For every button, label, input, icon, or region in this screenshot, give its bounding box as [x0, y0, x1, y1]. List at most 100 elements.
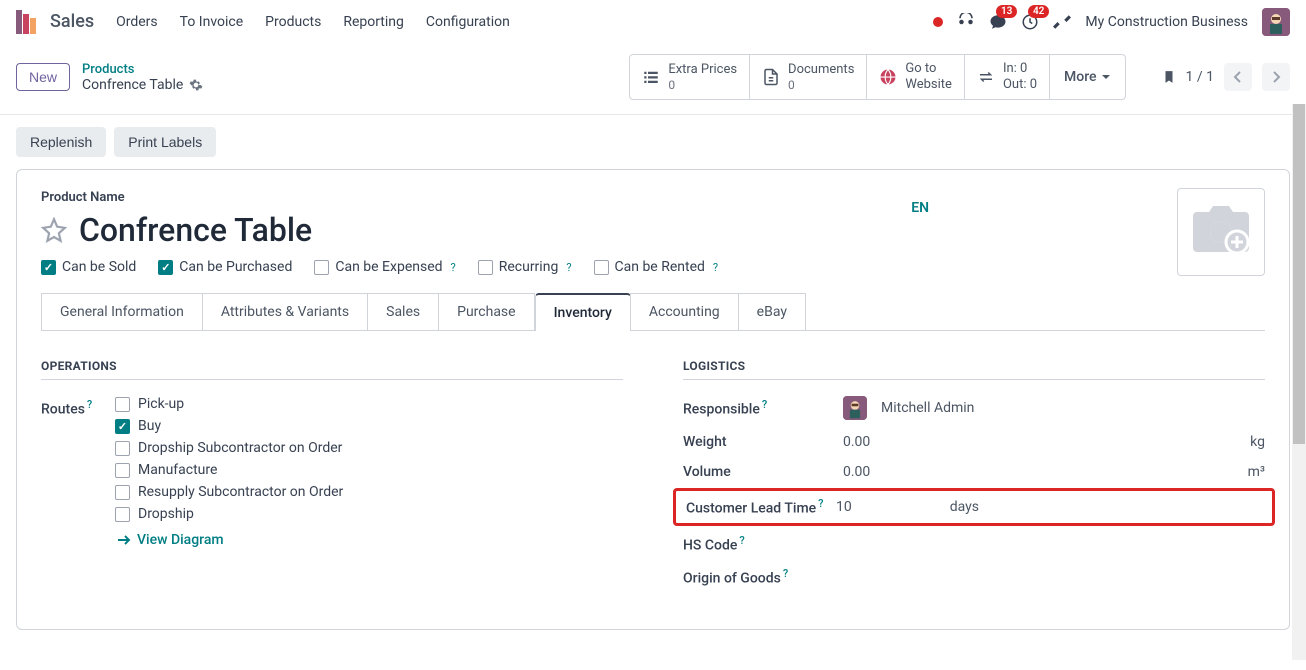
- can-be-expensed-checkbox[interactable]: Can be Expensed ?: [314, 259, 455, 275]
- activities-icon[interactable]: 42: [1021, 13, 1039, 31]
- view-diagram-link[interactable]: View Diagram: [117, 532, 343, 548]
- form-sheet: EN Product Name Confrence Table: [16, 169, 1290, 630]
- help-icon[interactable]: ?: [713, 261, 718, 274]
- new-button[interactable]: New: [16, 63, 70, 91]
- transfers-button[interactable]: In: 0 Out: 0: [965, 54, 1050, 100]
- chevron-left-icon: [1233, 71, 1243, 83]
- routes-list: Pick-up Buy Dropship Subcontractor on Or…: [115, 396, 343, 548]
- help-icon[interactable]: ?: [818, 497, 823, 510]
- menu-to-invoice[interactable]: To Invoice: [180, 14, 244, 30]
- can-be-purchased-checkbox[interactable]: Can be Purchased: [158, 259, 292, 275]
- stat-buttons: Extra Prices 0 Documents 0 Go to Website…: [629, 54, 1125, 100]
- pager-text: 1 / 1: [1186, 69, 1214, 85]
- tab-sales[interactable]: Sales: [367, 293, 439, 331]
- checkbox-icon: [115, 397, 130, 412]
- tab-ebay[interactable]: eBay: [738, 293, 806, 331]
- favorite-star-icon[interactable]: [41, 217, 67, 243]
- help-icon[interactable]: ?: [87, 398, 92, 411]
- top-menu: Orders To Invoice Products Reporting Con…: [116, 14, 510, 30]
- pager-prev-button[interactable]: [1224, 63, 1252, 91]
- status-dot-icon[interactable]: [933, 17, 943, 27]
- can-be-rented-checkbox[interactable]: Can be Rented ?: [594, 259, 719, 275]
- document-icon: [762, 68, 780, 86]
- app-title[interactable]: Sales: [50, 11, 94, 32]
- language-selector[interactable]: EN: [911, 200, 929, 216]
- help-icon[interactable]: ?: [451, 261, 456, 274]
- scrollbar[interactable]: [1292, 104, 1306, 660]
- operations-column: OPERATIONS Routes? Pick-up Buy Dropship …: [41, 359, 623, 601]
- weight-field[interactable]: Weight 0.00kg: [683, 434, 1265, 450]
- user-avatar[interactable]: [1262, 8, 1290, 36]
- product-image-upload[interactable]: [1177, 188, 1265, 276]
- messages-badge: 13: [996, 5, 1017, 18]
- lead-time-field[interactable]: 10 days: [836, 499, 1262, 515]
- documents-button[interactable]: Documents 0: [750, 54, 867, 100]
- menu-products[interactable]: Products: [265, 14, 321, 30]
- print-labels-button[interactable]: Print Labels: [114, 127, 216, 157]
- main-area: Replenish Print Labels EN Product Name: [0, 114, 1306, 670]
- can-be-rented-label: Can be Rented: [615, 259, 705, 275]
- control-bar: New Products Confrence Table Extra Price…: [0, 44, 1306, 114]
- arrow-right-icon: [117, 534, 131, 546]
- tab-purchase[interactable]: Purchase: [438, 293, 534, 331]
- documents-label: Documents: [788, 62, 854, 78]
- bookmark-icon[interactable]: [1162, 69, 1176, 85]
- pager-next-button[interactable]: [1262, 63, 1290, 91]
- breadcrumb-parent[interactable]: Products: [82, 62, 203, 77]
- route-dropship-sub-order[interactable]: Dropship Subcontractor on Order: [115, 440, 343, 456]
- route-dropship[interactable]: Dropship: [115, 506, 343, 522]
- goto-website-button[interactable]: Go to Website: [867, 54, 965, 100]
- phone-icon[interactable]: [957, 13, 975, 31]
- route-manufacture[interactable]: Manufacture: [115, 462, 343, 478]
- chevron-right-icon: [1271, 71, 1281, 83]
- more-button[interactable]: More: [1050, 54, 1126, 100]
- volume-value: 0.00: [843, 464, 870, 480]
- route-pickup[interactable]: Pick-up: [115, 396, 343, 412]
- replenish-button[interactable]: Replenish: [16, 127, 106, 157]
- operations-header: OPERATIONS: [41, 359, 623, 380]
- checkbox-icon: [115, 441, 130, 456]
- weight-unit: kg: [1250, 434, 1265, 450]
- messages-icon[interactable]: 13: [989, 13, 1007, 31]
- scrollbar-thumb[interactable]: [1293, 104, 1305, 444]
- hs-code-field[interactable]: HS Code?: [683, 534, 1265, 554]
- volume-unit: m³: [1248, 464, 1265, 480]
- product-title[interactable]: Confrence Table: [79, 211, 312, 249]
- route-resupply-sub-order[interactable]: Resupply Subcontractor on Order: [115, 484, 343, 500]
- tabs: General Information Attributes & Variant…: [41, 293, 1265, 331]
- volume-field[interactable]: Volume 0.00m³: [683, 464, 1265, 480]
- menu-orders[interactable]: Orders: [116, 14, 158, 30]
- help-icon[interactable]: ?: [566, 261, 571, 274]
- recurring-label: Recurring: [499, 259, 559, 275]
- help-icon[interactable]: ?: [762, 398, 767, 411]
- menu-reporting[interactable]: Reporting: [343, 14, 404, 30]
- tab-attributes-variants[interactable]: Attributes & Variants: [202, 293, 368, 331]
- gear-icon[interactable]: [189, 78, 203, 92]
- app-logo-icon: [16, 10, 40, 34]
- extra-prices-button[interactable]: Extra Prices 0: [629, 54, 750, 100]
- documents-value: 0: [788, 78, 854, 92]
- checkbox-icon: [314, 260, 329, 275]
- origin-of-goods-field[interactable]: Origin of Goods?: [683, 567, 1265, 587]
- company-name[interactable]: My Construction Business: [1085, 14, 1248, 30]
- tab-inventory[interactable]: Inventory: [535, 293, 631, 331]
- tab-accounting[interactable]: Accounting: [630, 293, 739, 331]
- tools-icon[interactable]: [1053, 13, 1071, 31]
- checkbox-icon: [478, 260, 493, 275]
- lead-time-unit: days: [950, 499, 979, 515]
- help-icon[interactable]: ?: [783, 567, 788, 580]
- responsible-field[interactable]: Responsible? Mitchell Admin: [683, 396, 1265, 420]
- can-be-purchased-label: Can be Purchased: [179, 259, 292, 275]
- tab-general-information[interactable]: General Information: [41, 293, 203, 331]
- help-icon[interactable]: ?: [739, 534, 744, 547]
- recurring-checkbox[interactable]: Recurring ?: [478, 259, 572, 275]
- can-be-sold-label: Can be Sold: [62, 259, 136, 275]
- menu-configuration[interactable]: Configuration: [426, 14, 510, 30]
- can-be-sold-checkbox[interactable]: Can be Sold: [41, 259, 136, 275]
- route-buy[interactable]: Buy: [115, 418, 343, 434]
- checkbox-icon: [158, 260, 173, 275]
- product-flags: Can be Sold Can be Purchased Can be Expe…: [41, 259, 1265, 275]
- responsible-avatar: [843, 396, 867, 420]
- checkbox-icon: [115, 419, 130, 434]
- checkbox-icon: [41, 260, 56, 275]
